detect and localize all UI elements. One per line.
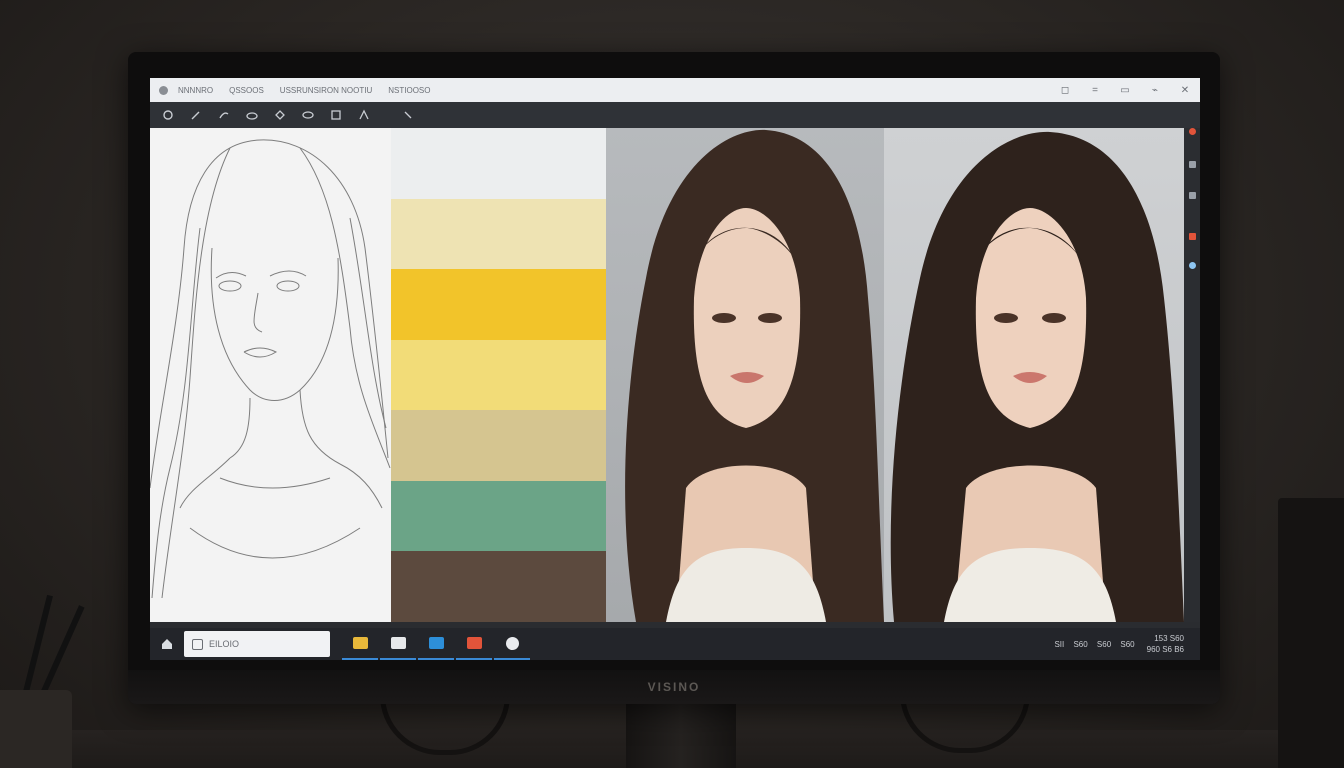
menu-item[interactable]: NNNNRO [178,86,213,95]
portrait-image [625,129,884,622]
minimize-icon[interactable]: ⌁ [1140,85,1170,96]
eraser-icon[interactable] [270,107,290,123]
right-toolbar [1184,128,1200,622]
monitor-stand [626,700,736,768]
monitor-bezel: VISINO [128,670,1220,704]
tray-item[interactable]: S60 [1120,640,1134,649]
store-icon [466,637,482,649]
rendered-photo[interactable] [884,128,1184,622]
record-icon[interactable] [1188,128,1196,135]
pin-icon[interactable] [158,107,178,123]
frame-icon[interactable] [326,107,346,123]
color-palette [391,128,606,622]
menu-icon[interactable]: = [1080,85,1110,96]
folder-icon [352,637,368,649]
close-icon[interactable]: ✕ [1170,85,1200,96]
swatch-brown[interactable] [391,551,606,622]
swatch-tan[interactable] [391,410,606,481]
copy-icon[interactable] [1188,192,1196,199]
menu-item[interactable]: USSRUNSIRON NOOTIU [280,86,372,95]
speaker [1278,498,1344,768]
home-icon[interactable] [150,628,184,660]
shield-icon[interactable] [1188,233,1196,240]
monitor: NNNNRO QSSOOS USSRUNSIRON NOOTIU NSTIOOS… [128,52,1220,704]
picker-icon[interactable] [398,107,418,123]
title-bar: NNNNRO QSSOOS USSRUNSIRON NOOTIU NSTIOOS… [150,78,1200,102]
clock-date: 960 S6 B6 [1146,645,1184,654]
layers-icon[interactable] [1188,161,1196,168]
tray-item[interactable]: S60 [1073,640,1087,649]
pen-icon[interactable] [298,107,318,123]
swatch-pale-yellow[interactable] [391,339,606,411]
clock-time: 153 S60 [1154,634,1184,643]
fill-icon[interactable] [354,107,374,123]
monitor-brand: VISINO [647,680,701,694]
portrait-image [890,131,1184,622]
menu-item[interactable]: QSSOOS [229,86,264,95]
search-text: EILOIO [209,639,240,649]
tray-item[interactable]: SII [1054,640,1064,649]
pencil-icon[interactable] [186,107,206,123]
cloud-icon[interactable] [242,107,262,123]
tray-item[interactable]: S60 [1097,640,1111,649]
toolbar [150,102,1200,128]
swatch-light[interactable] [391,128,606,199]
search-icon [192,638,203,650]
taskbar-app-notes[interactable] [380,628,416,660]
restore-icon[interactable]: ◻ [1050,85,1080,96]
line-sketch [150,139,391,599]
notes-icon [390,637,406,649]
taskbar-app-browser[interactable] [418,628,454,660]
app-icon [159,85,168,95]
info-icon[interactable] [1188,262,1196,269]
taskbar: EILOIO SII S60 S60 S60 153 S60 960 S6 B6 [150,628,1200,660]
screen: NNNNRO QSSOOS USSRUNSIRON NOOTIU NSTIOOS… [150,78,1200,660]
brush-icon[interactable] [214,107,234,123]
menu-item[interactable]: NSTIOOSO [388,86,430,95]
clock[interactable]: 153 S60 960 S6 B6 [1147,633,1184,655]
maximize-icon[interactable]: ▭ [1110,85,1140,96]
taskbar-app-chrome[interactable] [494,628,530,660]
taskbar-app-file-manager[interactable] [342,628,378,660]
system-tray: SII S60 S60 S60 153 S60 960 S6 B6 [1047,633,1184,655]
taskbar-search[interactable]: EILOIO [184,631,330,657]
browser-icon [428,637,444,649]
swatch-cream[interactable] [391,198,606,270]
swatch-yellow[interactable] [391,269,606,340]
sketch-canvas[interactable] [150,128,391,622]
taskbar-app-store[interactable] [456,628,492,660]
swatch-green[interactable] [391,480,606,552]
chrome-icon [505,636,519,650]
pencil-cup [0,690,72,768]
reference-photo[interactable] [606,128,884,622]
